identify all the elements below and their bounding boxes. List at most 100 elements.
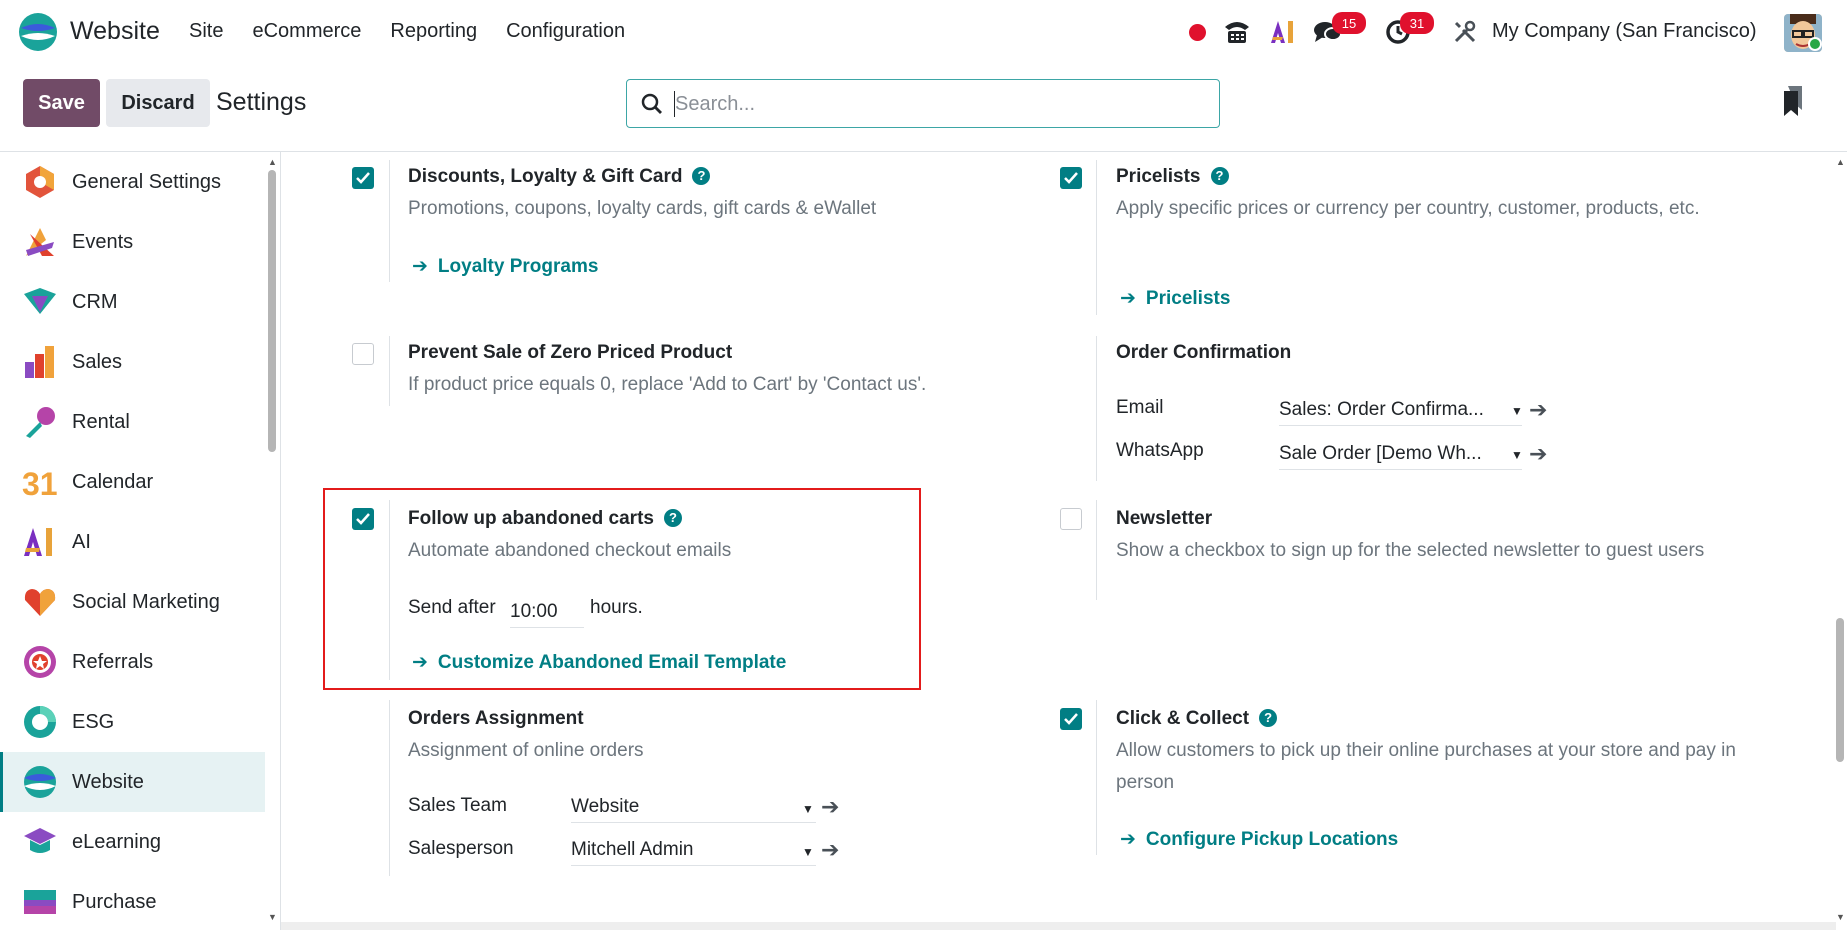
save-button[interactable]: Save	[23, 79, 100, 127]
arrow-right-icon: ➔	[412, 652, 428, 673]
abandoned-carts-checkbox[interactable]	[352, 508, 374, 530]
search-box	[626, 79, 1220, 128]
sidebar-item-label: Events	[72, 230, 134, 253]
sidebar-item-general-settings[interactable]: General Settings	[0, 152, 265, 212]
control-panel: Save Discard Settings	[0, 64, 1847, 152]
debug-tools-icon[interactable]	[1452, 0, 1478, 64]
search-input[interactable]	[675, 90, 1195, 118]
discounts-checkbox[interactable]	[352, 167, 374, 189]
arrow-right-icon: ➔	[1120, 829, 1136, 850]
help-icon[interactable]: ?	[692, 167, 711, 185]
chevron-down-icon[interactable]: ▼	[802, 845, 814, 859]
chevron-down-icon[interactable]: ▼	[1511, 448, 1523, 462]
external-link-arrow-icon[interactable]: ➔	[1529, 397, 1547, 423]
sidebar-item-label: AI	[72, 530, 91, 553]
whatsapp-label: WhatsApp	[1116, 440, 1204, 461]
sidebar-item-elearning[interactable]: eLearning	[0, 812, 265, 872]
content-scroll-up-icon[interactable]: ▲	[1836, 157, 1845, 167]
crm-icon	[24, 288, 56, 314]
external-link-arrow-icon[interactable]: ➔	[821, 837, 839, 863]
click-collect-checkbox[interactable]	[1060, 708, 1082, 730]
pricelists-checkbox[interactable]	[1060, 167, 1082, 189]
click-collect-title: Click & Collect?	[1116, 708, 1278, 730]
sidebar-item-label: ESG	[72, 710, 115, 733]
website-icon	[24, 766, 56, 798]
online-status-icon	[1808, 37, 1822, 51]
sidebar-item-ai[interactable]: AI	[0, 512, 265, 572]
sidebar-scrollbar[interactable]	[268, 170, 276, 452]
sidebar-item-calendar[interactable]: 31 Calendar	[0, 452, 265, 512]
bookmark-icon[interactable]	[1782, 86, 1804, 116]
sidebar-item-label: Referrals	[72, 650, 154, 673]
sales-team-select[interactable]: Website	[571, 791, 816, 823]
chevron-down-icon[interactable]: ▼	[802, 802, 814, 816]
sidebar-item-label: General Settings	[72, 170, 221, 193]
discard-button[interactable]: Discard	[106, 79, 210, 127]
setting-divider	[389, 500, 390, 680]
menu-configuration[interactable]: Configuration	[506, 20, 625, 43]
activities-badge: 31	[1400, 12, 1434, 34]
menu-ecommerce[interactable]: eCommerce	[252, 20, 361, 43]
setting-divider	[1096, 700, 1097, 855]
newsletter-checkbox[interactable]	[1060, 508, 1082, 530]
external-link-arrow-icon[interactable]: ➔	[821, 794, 839, 820]
sidebar-scroll-down-icon[interactable]: ▼	[268, 912, 277, 922]
help-icon[interactable]: ?	[663, 509, 682, 527]
recording-dot-icon[interactable]	[1186, 0, 1208, 64]
purchase-icon	[24, 890, 56, 914]
company-switcher[interactable]: My Company (San Francisco)	[1492, 20, 1757, 43]
orders-assignment-description: Assignment of online orders	[408, 740, 644, 761]
sidebar-item-referrals[interactable]: Referrals	[0, 632, 265, 692]
content-scroll-down-icon[interactable]: ▼	[1836, 912, 1845, 922]
horizontal-scrollbar[interactable]	[281, 922, 1836, 930]
svg-text:31: 31	[22, 466, 58, 500]
sidebar-item-purchase[interactable]: Purchase	[0, 872, 265, 930]
elearning-icon	[24, 828, 56, 853]
sidebar-item-label: Social Marketing	[72, 590, 220, 613]
sidebar-item-crm[interactable]: CRM	[0, 272, 265, 332]
menu-reporting[interactable]: Reporting	[390, 20, 477, 43]
phone-icon[interactable]	[1222, 0, 1252, 64]
help-icon[interactable]: ?	[1259, 709, 1278, 727]
setting-divider	[1096, 160, 1097, 315]
abandoned-carts-description: Automate abandoned checkout emails	[408, 540, 732, 561]
send-after-hours-input[interactable]: 10:00	[510, 596, 584, 628]
website-app-logo-icon[interactable]	[18, 12, 58, 52]
sidebar-scroll-up-icon[interactable]: ▲	[268, 157, 277, 167]
sidebar-item-sales[interactable]: Sales	[0, 332, 265, 392]
email-template-select[interactable]: Sales: Order Confirma...	[1279, 394, 1522, 426]
loyalty-programs-link[interactable]: ➔ Loyalty Programs	[412, 255, 598, 278]
chevron-down-icon[interactable]: ▼	[1511, 404, 1523, 418]
search-icon	[641, 93, 662, 114]
pricelists-title: Pricelists?	[1116, 166, 1229, 188]
ai-icon	[24, 528, 52, 556]
sidebar-item-label: eLearning	[72, 830, 161, 853]
sidebar-item-events[interactable]: Events	[0, 212, 265, 272]
configure-pickup-locations-link[interactable]: ➔ Configure Pickup Locations	[1120, 828, 1398, 851]
sidebar-item-esg[interactable]: ESG	[0, 692, 265, 752]
esg-icon	[24, 706, 56, 738]
rental-icon	[26, 407, 55, 438]
top-navbar: Website Site eCommerce Reporting Configu…	[0, 0, 1847, 64]
newsletter-description: Show a checkbox to sign up for the selec…	[1116, 540, 1705, 561]
content-scrollbar[interactable]	[1836, 618, 1844, 762]
customize-email-template-link[interactable]: ➔ Customize Abandoned Email Template	[412, 651, 786, 674]
referrals-icon	[24, 646, 56, 678]
social-marketing-icon	[24, 589, 56, 616]
external-link-arrow-icon[interactable]: ➔	[1529, 441, 1547, 467]
arrow-right-icon: ➔	[1120, 288, 1136, 309]
zero-price-checkbox[interactable]	[352, 343, 374, 365]
ai-icon[interactable]	[1268, 0, 1298, 64]
sidebar-item-website[interactable]: Website	[0, 752, 265, 812]
email-label: Email	[1116, 397, 1164, 418]
help-icon[interactable]: ?	[1210, 167, 1229, 185]
sales-icon	[25, 346, 54, 378]
pricelists-link[interactable]: ➔ Pricelists	[1120, 287, 1230, 310]
menu-site[interactable]: Site	[189, 20, 223, 43]
orders-assignment-title: Orders Assignment	[408, 708, 584, 729]
whatsapp-template-select[interactable]: Sale Order [Demo Wh...	[1279, 438, 1522, 470]
salesperson-select[interactable]: Mitchell Admin	[571, 834, 816, 866]
sidebar-item-rental[interactable]: Rental	[0, 392, 265, 452]
order-confirmation-title: Order Confirmation	[1116, 342, 1292, 363]
sidebar-item-social-marketing[interactable]: Social Marketing	[0, 572, 265, 632]
